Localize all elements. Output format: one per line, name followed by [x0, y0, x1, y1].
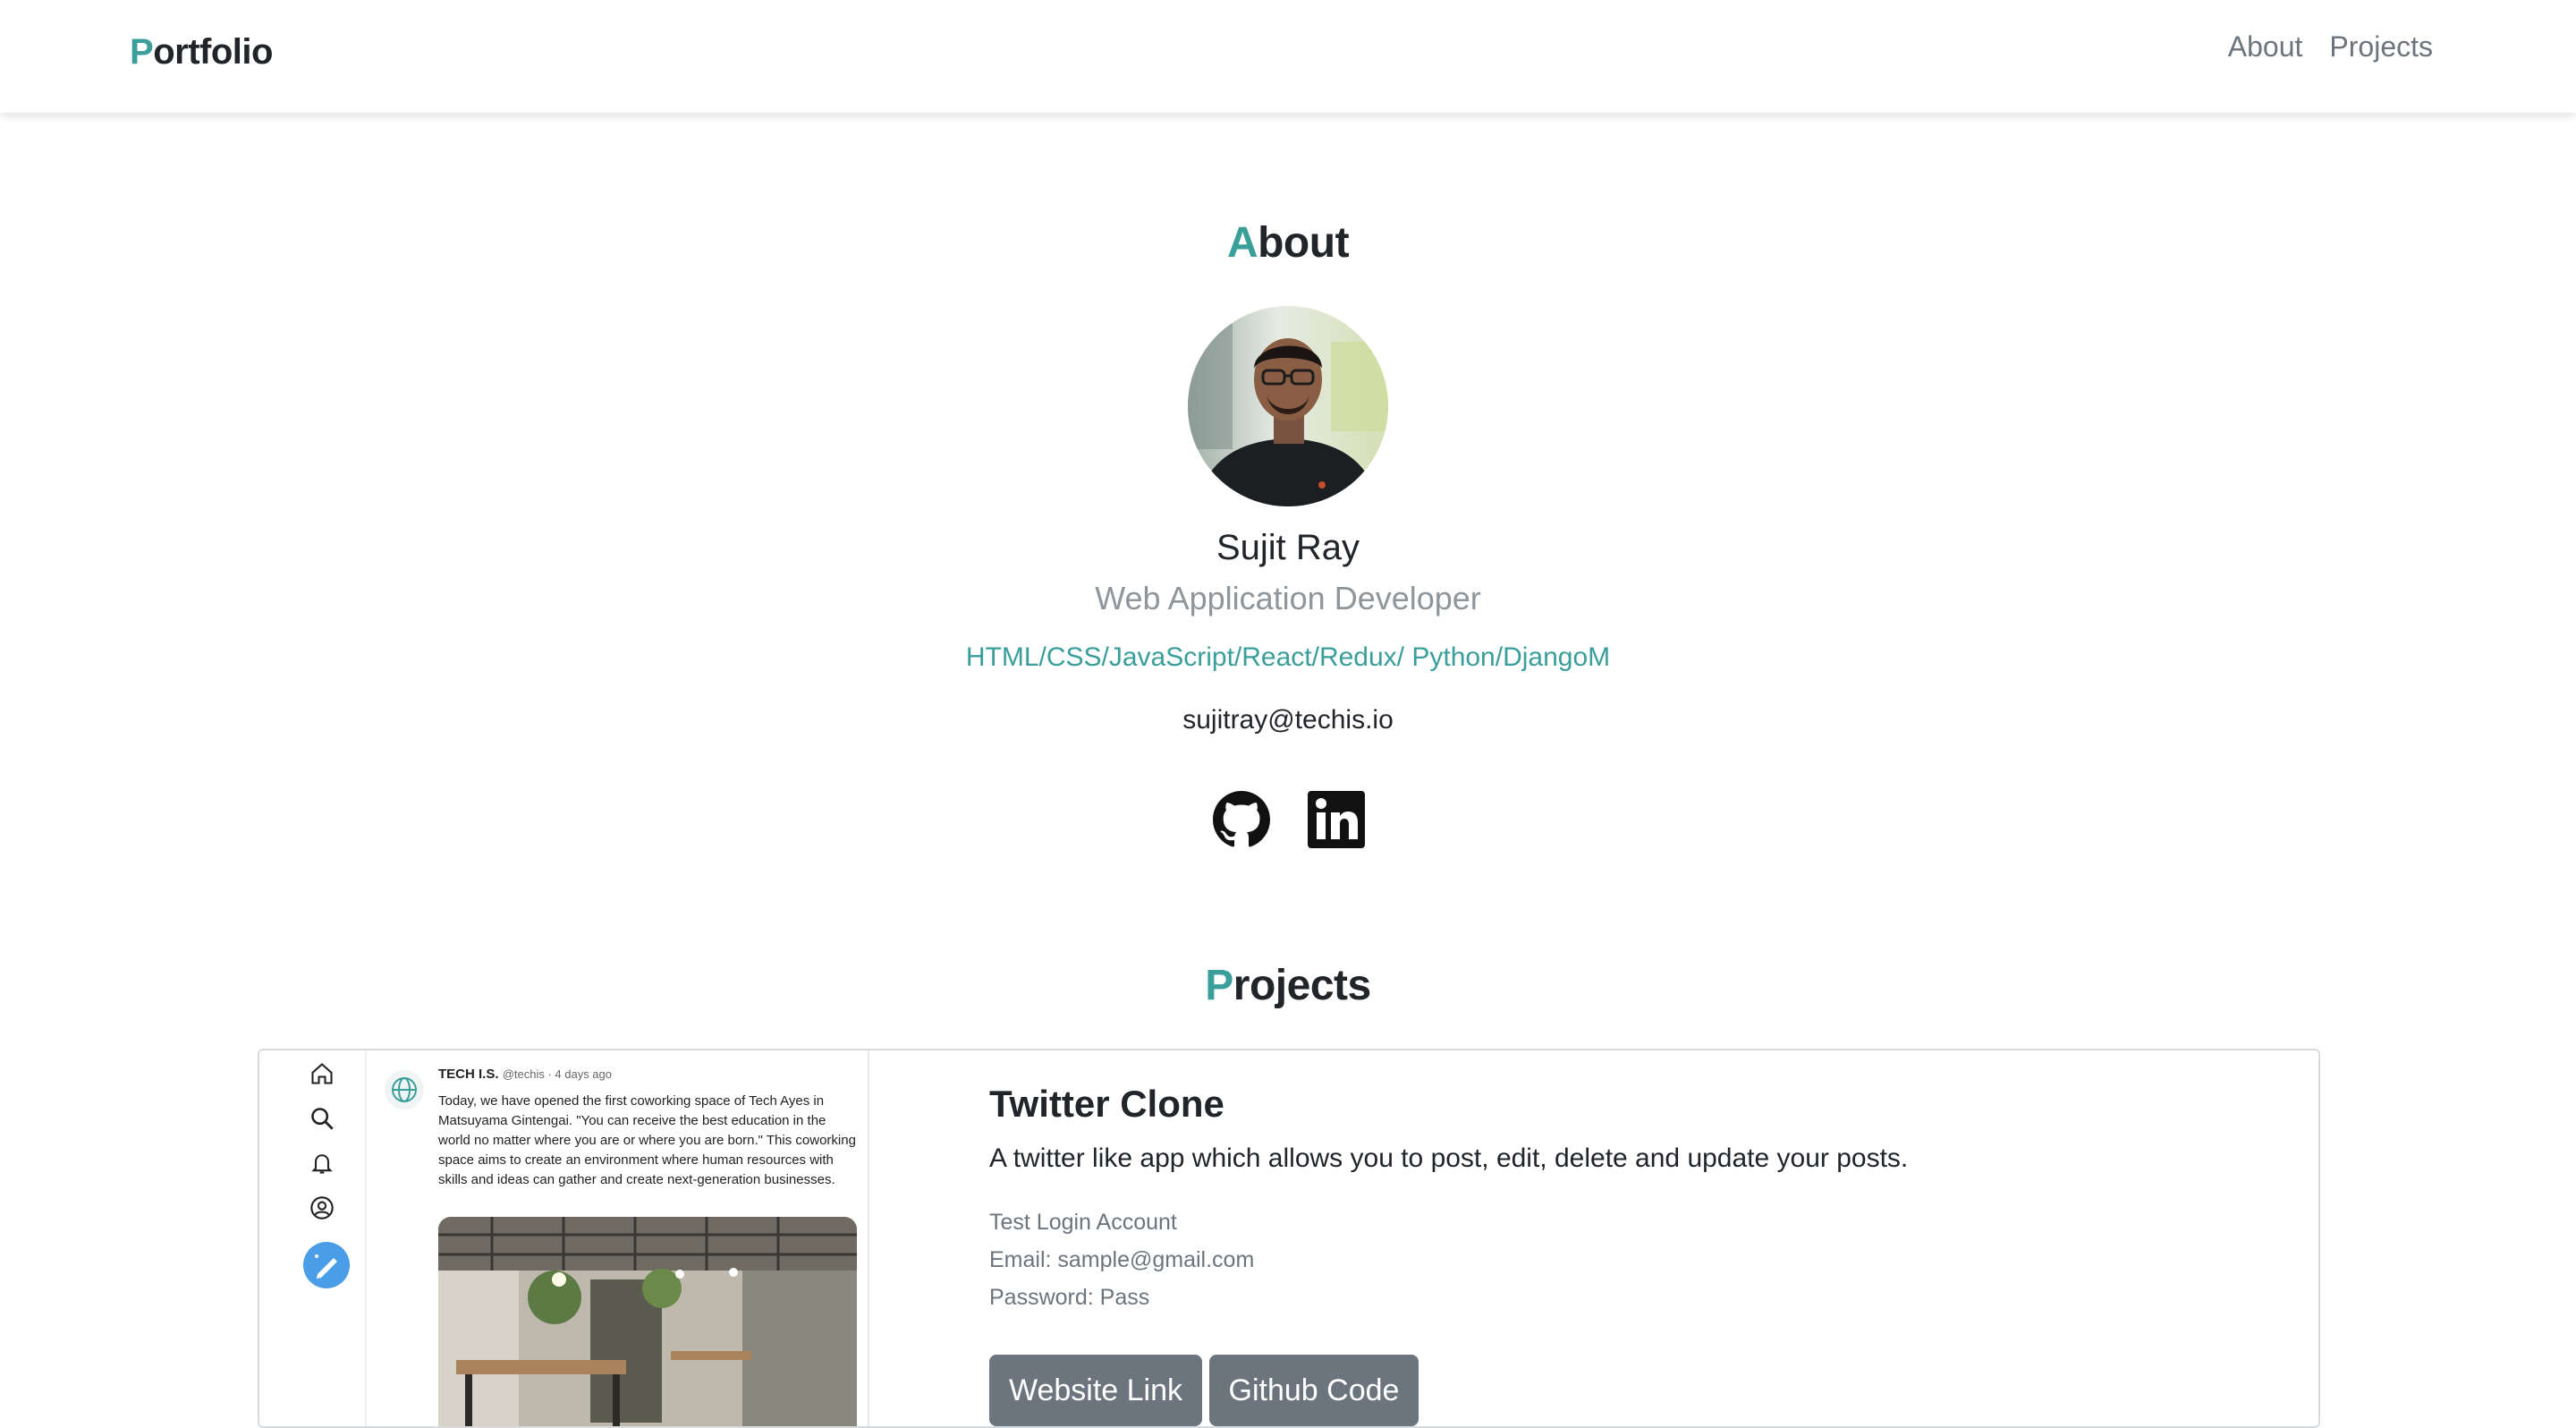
profile-role: Web Application Developer	[1095, 580, 1481, 616]
bell-icon	[311, 1154, 333, 1174]
profile-email: sujitray@techis.io	[1182, 705, 1394, 735]
project-thumbnail: TECH I.S. @techis · 4 days ago Today, we…	[259, 1050, 869, 1426]
github-code-button[interactable]: Github Code	[1209, 1355, 1419, 1426]
nav-links: About Projects	[2228, 30, 2433, 64]
projects-heading: Projects	[1205, 962, 1371, 1009]
website-link-button[interactable]: Website Link	[989, 1355, 1202, 1426]
compose-icon	[303, 1242, 350, 1288]
project-card: TECH I.S. @techis · 4 days ago Today, we…	[258, 1049, 2320, 1428]
project-meta-email: Email: sample@gmail.com	[989, 1247, 1255, 1272]
project-title: Twitter Clone	[989, 1083, 1224, 1125]
profile-name: Sujit Ray	[1216, 528, 1360, 567]
navbar: Portfolio About Projects	[0, 0, 2576, 113]
search-icon	[311, 1108, 334, 1130]
home-icon	[311, 1063, 333, 1084]
nav-link-about[interactable]: About	[2228, 30, 2303, 64]
project-meta-password: Password: Pass	[989, 1285, 1150, 1310]
project-description: A twitter like app which allows you to p…	[989, 1143, 1909, 1173]
preview-tweet-photo	[438, 1217, 857, 1426]
preview-tweet-text: Today, we have opened the first coworkin…	[438, 1093, 856, 1187]
preview-sidebar	[259, 1050, 367, 1426]
preview-tweet-header: TECH I.S. @techis · 4 days ago	[438, 1067, 613, 1082]
social-links	[1213, 791, 1365, 848]
about-heading: About	[1226, 219, 1350, 267]
brand-logo[interactable]: Portfolio	[130, 32, 273, 72]
linkedin-icon[interactable]	[1308, 791, 1365, 848]
nav-link-projects[interactable]: Projects	[2329, 30, 2433, 64]
profile-photo	[1188, 306, 1388, 506]
github-icon[interactable]	[1213, 791, 1270, 848]
project-meta-heading: Test Login Account	[989, 1210, 1177, 1235]
preview-avatar-icon	[385, 1070, 424, 1109]
profile-skills: HTML/CSS/JavaScript/React/Redux/ Python/…	[965, 642, 1611, 672]
profile-icon	[310, 1196, 334, 1220]
